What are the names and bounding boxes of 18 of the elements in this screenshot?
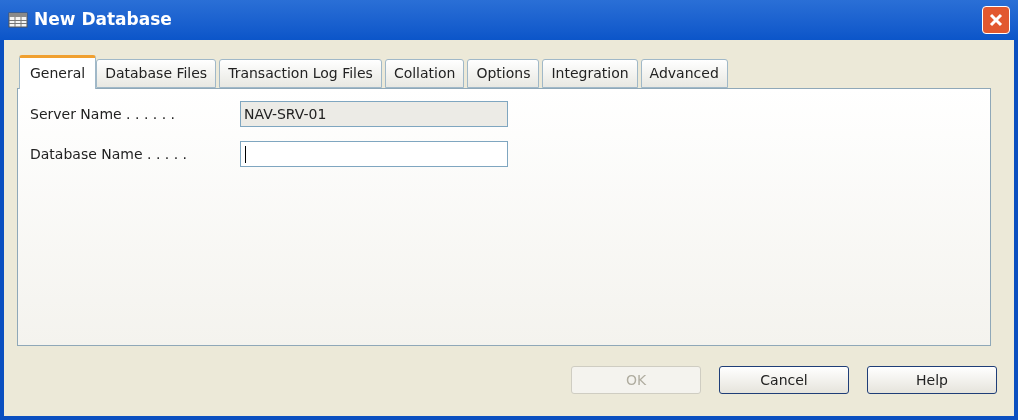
tab[interactable]: Database Files <box>96 59 217 88</box>
close-icon <box>988 12 1004 28</box>
tab[interactable]: General <box>19 55 97 89</box>
input-field[interactable]: NAV-SRV-01 <box>240 101 508 127</box>
tab[interactable]: Options <box>467 59 540 88</box>
dialog-button[interactable]: Cancel <box>719 366 849 394</box>
text-cursor <box>245 145 246 163</box>
tab[interactable]: Collation <box>384 59 465 88</box>
field-label: Database Name . . . . . <box>30 144 189 164</box>
field-label: Server Name . . . . . . <box>30 104 177 124</box>
input-field[interactable] <box>240 141 508 167</box>
tab[interactable]: Integration <box>542 59 638 88</box>
tab[interactable]: Transaction Log Files <box>219 59 382 88</box>
tab[interactable]: Advanced <box>640 59 728 88</box>
close-button[interactable] <box>982 6 1010 34</box>
dialog-button[interactable]: Help <box>867 366 997 394</box>
window-title: New Database <box>34 8 173 32</box>
table-icon <box>8 12 28 28</box>
